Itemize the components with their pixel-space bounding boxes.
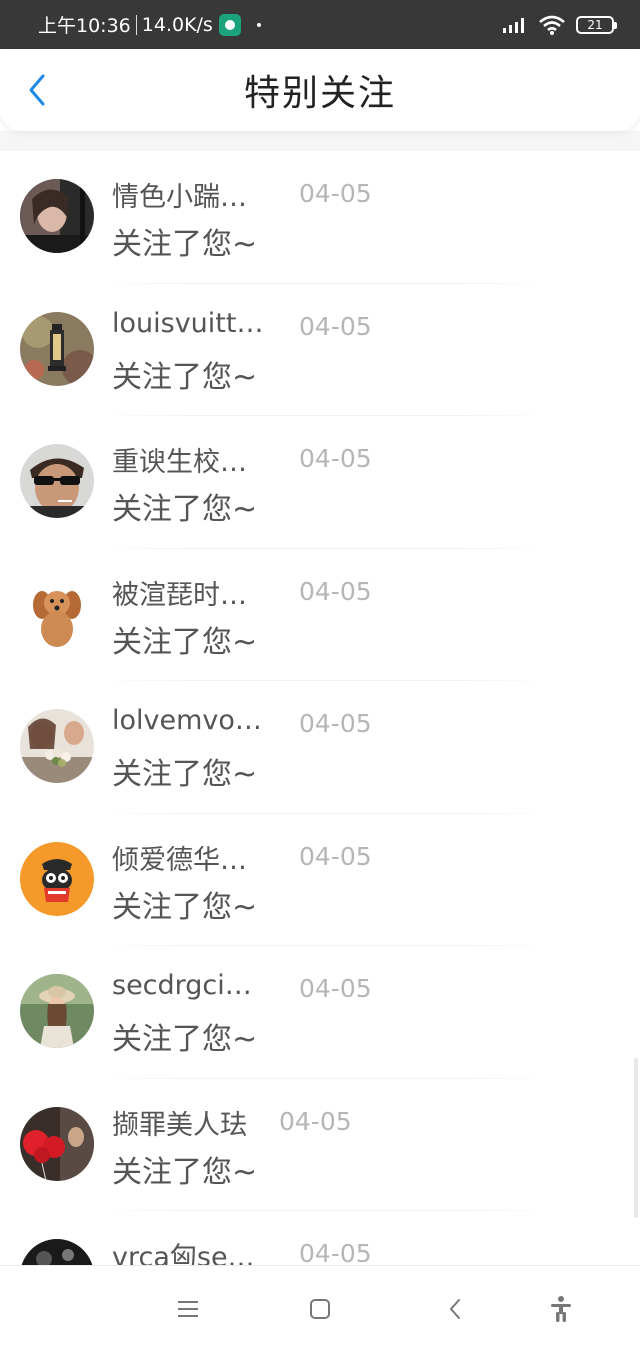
avatar-dark-portrait[interactable]: [20, 179, 94, 253]
home-square-icon: [310, 1299, 330, 1319]
list-item[interactable]: 情色小踹… 04-05 关注了您~: [0, 151, 640, 284]
list-item[interactable]: 撷罪美人珐 04-05 关注了您~: [0, 1079, 640, 1211]
follow-list[interactable]: 情色小踹… 04-05 关注了您~ louisvuitt… 04-05 关注了您…: [0, 151, 640, 1265]
user-name[interactable]: louisvuitt…: [112, 308, 263, 339]
list-item[interactable]: secdrgci… 04-05 关注了您~: [0, 946, 640, 1079]
follow-message: 关注了您~: [112, 757, 258, 792]
home-button[interactable]: [305, 1294, 335, 1324]
battery-icon: 21: [576, 15, 617, 34]
follow-date: 04-05: [299, 179, 372, 208]
list-item[interactable]: lolvemvo… 04-05 关注了您~: [0, 681, 640, 814]
follow-date: 04-05: [299, 841, 372, 871]
user-name[interactable]: 撷罪美人珐: [112, 1103, 247, 1142]
user-name[interactable]: 被渲琵时…: [112, 573, 247, 612]
avatar-dark[interactable]: [20, 1239, 94, 1265]
status-time: 上午10:36: [38, 15, 131, 37]
scrollbar[interactable]: [634, 1058, 638, 1218]
status-separator: [135, 14, 137, 35]
list-item[interactable]: vrca匈se… 04-05: [0, 1211, 640, 1265]
follow-message: 关注了您~: [112, 492, 258, 527]
back-button[interactable]: [22, 73, 52, 107]
follow-date: 04-05: [299, 311, 372, 341]
user-name[interactable]: 重谀生校…: [112, 440, 247, 479]
avatar-puppy[interactable]: [20, 576, 94, 651]
avatar-lantern[interactable]: [20, 311, 94, 386]
list-item[interactable]: louisvuitt… 04-05 关注了您~: [0, 284, 640, 416]
list-item[interactable]: 重谀生校… 04-05 关注了您~: [0, 416, 640, 549]
user-name[interactable]: lolvemvo…: [112, 705, 262, 736]
follow-message: 关注了您~: [112, 359, 258, 395]
follow-message: 关注了您~: [112, 889, 258, 925]
avatar-man-sunglasses[interactable]: [20, 444, 94, 518]
back-triangle-icon: [450, 1299, 460, 1319]
more-notifications-icon: [256, 22, 261, 27]
wifi-icon: [539, 15, 565, 35]
status-bar: 上午10:36 14.0K/s 21: [0, 0, 640, 49]
menu-icon: [178, 1301, 198, 1317]
avatar-girl-hat[interactable]: [20, 974, 94, 1048]
follow-message: 关注了您~: [112, 1022, 258, 1057]
follow-message: 关注了您~: [112, 624, 258, 660]
app-header: 特别关注: [0, 49, 640, 131]
avatar-couple-flowers[interactable]: [20, 709, 94, 783]
accessibility-icon: [551, 1296, 571, 1322]
avatar-orange-monkey[interactable]: [20, 841, 94, 916]
follow-message: 关注了您~: [112, 227, 258, 262]
menu-button[interactable]: [173, 1294, 203, 1324]
list-item[interactable]: 倾爱德华… 04-05 关注了您~: [0, 814, 640, 946]
user-name[interactable]: secdrgci…: [112, 970, 252, 1001]
accessibility-button[interactable]: [546, 1294, 576, 1324]
user-name[interactable]: 倾爱德华…: [112, 838, 247, 877]
follow-date: 04-05: [299, 1239, 372, 1265]
app-notification-icon: [218, 13, 241, 36]
follow-date: 04-05: [299, 444, 372, 473]
follow-date: 04-05: [299, 974, 372, 1003]
avatar-red-balloons[interactable]: [20, 1106, 94, 1181]
signal-icon: [503, 17, 524, 33]
header-spacer: [0, 131, 640, 151]
user-name[interactable]: 情色小踹…: [112, 175, 247, 214]
follow-date: 04-05: [279, 1106, 352, 1136]
network-speed: 14.0K/s: [141, 13, 213, 36]
chevron-left-icon: [29, 74, 45, 106]
user-name[interactable]: vrca匈se…: [112, 1235, 255, 1265]
page-title: 特别关注: [243, 73, 396, 114]
follow-date: 04-05: [299, 576, 372, 606]
follow-date: 04-05: [299, 709, 372, 738]
system-back-button[interactable]: [440, 1294, 470, 1324]
follow-message: 关注了您~: [112, 1154, 258, 1190]
system-nav-bar: [0, 1265, 640, 1351]
battery-level: 21: [587, 17, 603, 32]
list-item[interactable]: 被渲琵时… 04-05 关注了您~: [0, 549, 640, 681]
